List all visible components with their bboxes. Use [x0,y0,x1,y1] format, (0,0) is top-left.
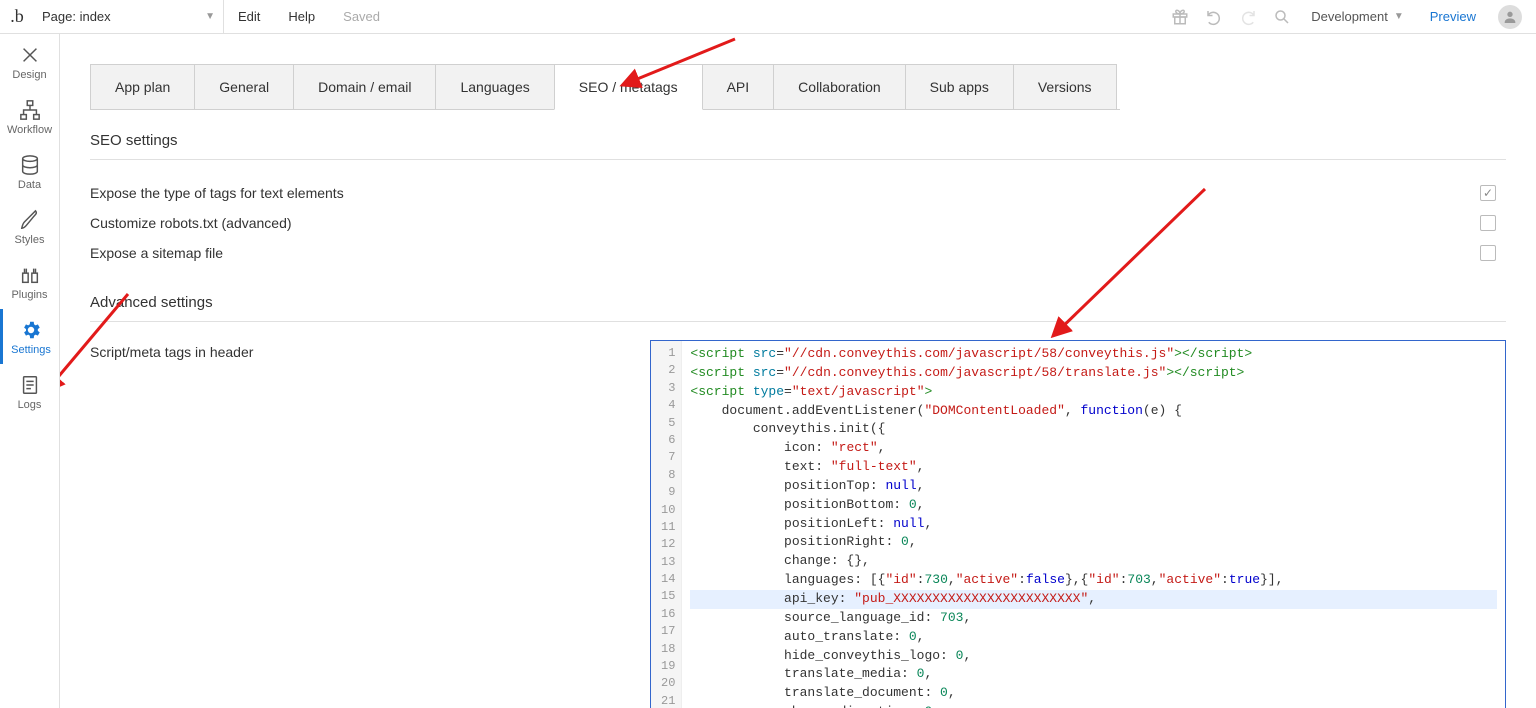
page-selector[interactable]: Page: index ▼ [34,0,224,33]
sidebar-item-label: Workflow [7,124,52,136]
tab-label: Sub apps [930,79,989,95]
code-content[interactable]: <script src="//cdn.conveythis.com/javasc… [682,341,1505,708]
chevron-down-icon: ▼ [1394,11,1404,22]
sidebar-item-settings[interactable]: Settings [0,309,59,364]
sidebar-item-styles[interactable]: Styles [0,199,59,254]
sidebar-item-logs[interactable]: Logs [0,364,59,419]
sidebar-item-label: Styles [15,234,45,246]
user-avatar[interactable] [1498,5,1522,29]
bubble-logo: .b [6,6,28,28]
sidebar-item-label: Design [12,69,46,81]
tab-languages[interactable]: Languages [435,64,554,109]
line-gutter: 123456789101112131415161718192021 [651,341,682,708]
sitemap-label: Expose a sitemap file [90,245,650,261]
sidebar-item-label: Data [18,179,41,191]
tab-versions[interactable]: Versions [1013,64,1117,109]
preview-link[interactable]: Preview [1416,9,1490,24]
tab-app-plan[interactable]: App plan [90,64,195,109]
expose-tags-label: Expose the type of tags for text element… [90,185,650,201]
tab-domain-email[interactable]: Domain / email [293,64,436,109]
help-menu[interactable]: Help [274,0,329,33]
gift-icon[interactable] [1163,1,1197,33]
header-script-label: Script/meta tags in header [90,340,650,360]
page-selector-label: Page: index [42,9,111,24]
tab-collaboration[interactable]: Collaboration [773,64,906,109]
robots-label: Customize robots.txt (advanced) [90,215,650,231]
undo-icon[interactable] [1197,1,1231,33]
sidebar-item-workflow[interactable]: Workflow [0,89,59,144]
sidebar-item-label: Plugins [11,289,47,301]
environment-selector[interactable]: Development ▼ [1299,0,1416,33]
seo-settings-title: SEO settings [90,132,1506,149]
tab-seo-metatags[interactable]: SEO / metatags [554,64,703,110]
tab-api[interactable]: API [702,64,775,109]
tab-label: Versions [1038,79,1092,95]
search-icon[interactable] [1265,1,1299,33]
advanced-settings-title: Advanced settings [90,294,1506,311]
tab-label: API [727,79,750,95]
sidebar: Design Workflow Data Styles Plugins Sett… [0,34,60,708]
tab-label: Domain / email [318,79,411,95]
tab-label: Languages [460,79,529,95]
expose-tags-checkbox[interactable] [1480,185,1496,201]
redo-icon[interactable] [1231,1,1265,33]
tab-label: App plan [115,79,170,95]
tab-sub-apps[interactable]: Sub apps [905,64,1014,109]
edit-menu[interactable]: Edit [224,0,274,33]
sidebar-item-label: Logs [18,399,42,411]
tab-label: Collaboration [798,79,881,95]
content-area: App plan General Domain / email Language… [60,34,1536,708]
sidebar-item-design[interactable]: Design [0,34,59,89]
sidebar-item-label: Settings [11,344,51,356]
chevron-down-icon: ▼ [205,11,215,22]
topbar: .b Page: index ▼ Edit Help Saved Develop… [0,0,1536,34]
sidebar-item-plugins[interactable]: Plugins [0,254,59,309]
sitemap-checkbox[interactable] [1480,245,1496,261]
robots-checkbox[interactable] [1480,215,1496,231]
environment-label: Development [1311,9,1388,24]
sidebar-item-data[interactable]: Data [0,144,59,199]
settings-tabs: App plan General Domain / email Language… [90,64,1120,110]
tab-general[interactable]: General [194,64,294,109]
saved-status: Saved [329,0,394,33]
tab-label: SEO / metatags [579,79,678,95]
tab-label: General [219,79,269,95]
header-script-editor[interactable]: 123456789101112131415161718192021 <scrip… [650,340,1506,708]
